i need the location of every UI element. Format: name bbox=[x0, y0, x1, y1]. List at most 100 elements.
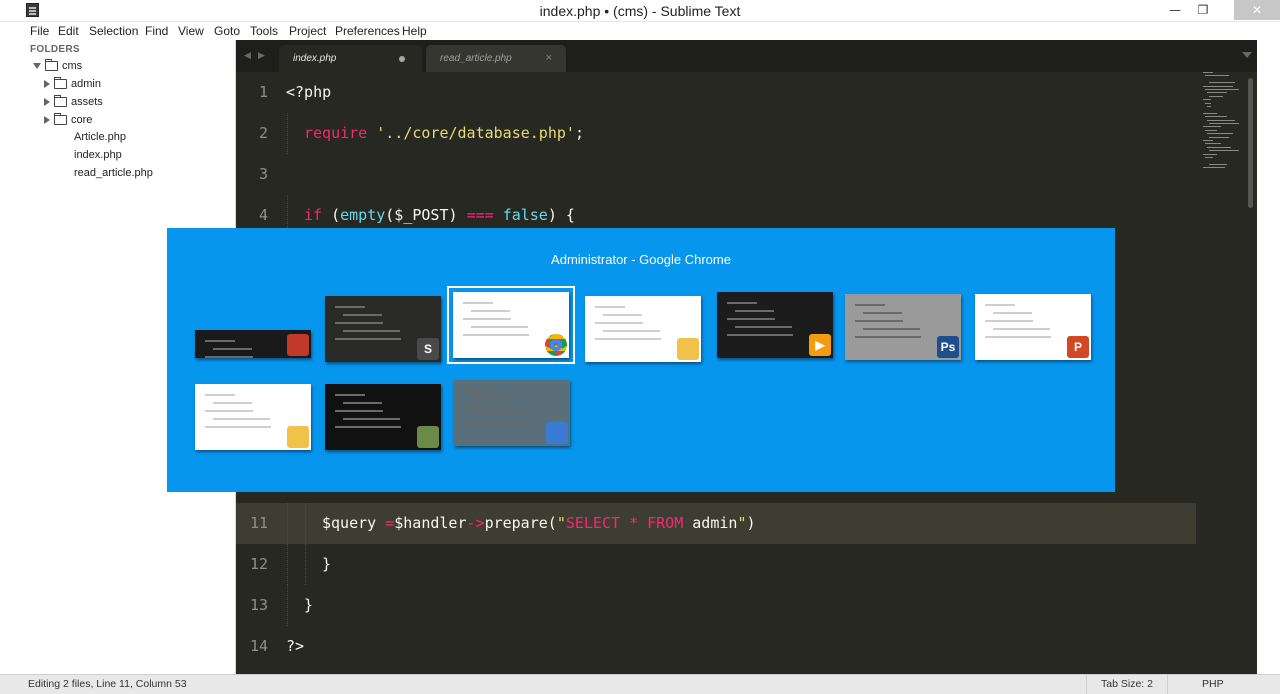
menu-find[interactable]: Find bbox=[145, 24, 168, 38]
tab-read-article-php[interactable]: read_article.php × bbox=[426, 45, 566, 72]
code-token: admin bbox=[692, 514, 738, 532]
thumbnail-content-line bbox=[863, 328, 920, 330]
thumbnail-content-line bbox=[205, 340, 235, 342]
thumbnail-content-line bbox=[464, 390, 494, 392]
code-line[interactable]: 2 require '../core/database.php'; bbox=[236, 113, 1196, 154]
code-line[interactable]: 14 ?> bbox=[236, 626, 1196, 667]
indent-guide bbox=[287, 113, 288, 154]
thumbnail-content-line bbox=[343, 402, 382, 404]
image-viewer-window[interactable] bbox=[454, 380, 570, 446]
tab-scroll-left-icon[interactable]: ◀ bbox=[244, 51, 251, 61]
tab-scroll-right-icon[interactable]: ▶ bbox=[258, 51, 265, 61]
code-line[interactable]: 12} bbox=[236, 544, 1196, 585]
folder-core[interactable]: core bbox=[44, 112, 92, 128]
code-token: SELECT bbox=[565, 514, 630, 532]
sublime-text-window[interactable]: S bbox=[325, 296, 441, 362]
code-line[interactable]: 15 <!DOCTYPE html> bbox=[236, 667, 1196, 674]
folder-assets[interactable]: assets bbox=[44, 94, 103, 110]
folder-admin[interactable]: admin bbox=[44, 76, 101, 92]
restore-button[interactable]: ❐ bbox=[1190, 0, 1216, 20]
close-tab-icon[interactable]: × bbox=[546, 45, 552, 72]
file-article-php[interactable]: Article.php bbox=[74, 129, 126, 145]
thumbnail-content-line bbox=[343, 330, 400, 332]
code-line[interactable]: 13} bbox=[236, 585, 1196, 626]
minimap-line bbox=[1203, 112, 1217, 114]
thumbnail-content-line bbox=[595, 306, 625, 308]
tab-size-selector[interactable]: Tab Size: 2 bbox=[1086, 675, 1168, 694]
menu-goto[interactable]: Goto bbox=[214, 24, 240, 38]
code-line[interactable]: 1 <?php bbox=[236, 72, 1196, 113]
code-line[interactable]: 3 bbox=[236, 154, 1196, 195]
menu-selection[interactable]: Selection bbox=[89, 24, 138, 38]
video-editor-window[interactable] bbox=[325, 384, 441, 450]
tab-index-php[interactable]: index.php bbox=[279, 45, 422, 72]
thumbnail-content-line bbox=[213, 348, 252, 350]
indent-guide bbox=[287, 544, 288, 585]
minimap-line bbox=[1203, 126, 1221, 128]
indent-guide bbox=[287, 503, 288, 544]
left-frame bbox=[0, 22, 23, 674]
media-player-window[interactable]: ▶ bbox=[717, 292, 833, 358]
chevron-right-icon[interactable] bbox=[44, 116, 50, 125]
minimize-button[interactable]: — bbox=[1162, 0, 1188, 20]
code-line[interactable]: 11 $query =$handler->prepare("SELECT * FR… bbox=[236, 503, 1196, 544]
thumbnail-content-line bbox=[213, 402, 252, 404]
file-index-php[interactable]: index.php bbox=[74, 147, 122, 163]
thumbnail-content-line bbox=[595, 338, 661, 340]
thumbnail-content-line bbox=[985, 336, 1051, 338]
thumbnail-content-line bbox=[464, 406, 512, 408]
thumbnail-content-line bbox=[464, 422, 530, 424]
vertical-scrollbar[interactable] bbox=[1248, 78, 1253, 208]
unsaved-dot-icon[interactable] bbox=[399, 56, 405, 62]
syntax-selector[interactable]: PHP bbox=[1202, 678, 1224, 690]
code-token: } bbox=[322, 555, 332, 573]
close-button[interactable]: ✕ bbox=[1234, 0, 1280, 20]
google-chrome-window[interactable] bbox=[447, 286, 575, 364]
folder-icon bbox=[54, 95, 67, 108]
menu-view[interactable]: View bbox=[178, 24, 204, 38]
indent-guide bbox=[287, 585, 288, 626]
chevron-right-icon[interactable] bbox=[44, 98, 50, 107]
menu-project[interactable]: Project bbox=[289, 24, 326, 38]
folder-assets-label: assets bbox=[71, 96, 103, 108]
code-token: $handler bbox=[394, 514, 467, 532]
thumbnail-content-line bbox=[463, 318, 511, 320]
menu-file[interactable]: File bbox=[30, 24, 49, 38]
thumbnail-content-line bbox=[213, 418, 270, 420]
thumbnail-content-line bbox=[463, 334, 529, 336]
minimap-line bbox=[1209, 150, 1239, 152]
code-token: false bbox=[502, 206, 548, 224]
thumbnail-content-line bbox=[993, 312, 1032, 314]
line-number: 13 bbox=[249, 596, 268, 614]
menu-preferences[interactable]: Preferences bbox=[335, 24, 400, 38]
menu-tools[interactable]: Tools bbox=[250, 24, 278, 38]
minimap-line bbox=[1205, 89, 1239, 90]
status-bar: Editing 2 files, Line 11, Column 53 Tab … bbox=[0, 674, 1280, 694]
chevron-right-icon[interactable] bbox=[44, 80, 50, 89]
code-token: FROM bbox=[647, 514, 693, 532]
thumbnail-content-line bbox=[463, 302, 493, 304]
indent-guide bbox=[305, 503, 306, 544]
thumbnail-content-line bbox=[735, 310, 774, 312]
minimap-line bbox=[1203, 140, 1213, 141]
code-token: " bbox=[556, 514, 566, 532]
thumbnail-content-line bbox=[335, 410, 383, 412]
folder-admin-label: admin bbox=[71, 78, 101, 90]
taskbar-window[interactable] bbox=[195, 330, 311, 358]
line-number: 14 bbox=[249, 637, 268, 655]
powerpoint-window[interactable]: P bbox=[975, 294, 1091, 360]
photoshop-window[interactable]: Ps bbox=[845, 294, 961, 360]
app-badge-icon: ▶ bbox=[809, 334, 831, 356]
app-badge-icon: Ps bbox=[937, 336, 959, 358]
file-explorer-window[interactable] bbox=[585, 296, 701, 362]
file-read-article-php[interactable]: read_article.php bbox=[74, 165, 153, 181]
minimap[interactable] bbox=[1199, 72, 1245, 182]
folder-cms[interactable]: cms bbox=[33, 58, 82, 74]
chevron-down-icon[interactable] bbox=[33, 63, 41, 70]
minimap-line bbox=[1205, 102, 1211, 104]
tab-list-dropdown-icon[interactable] bbox=[1242, 52, 1252, 58]
menu-help[interactable]: Help bbox=[402, 24, 427, 38]
file-explorer-window-2[interactable] bbox=[195, 384, 311, 450]
code-token: -> bbox=[466, 514, 485, 532]
menu-edit[interactable]: Edit bbox=[58, 24, 79, 38]
